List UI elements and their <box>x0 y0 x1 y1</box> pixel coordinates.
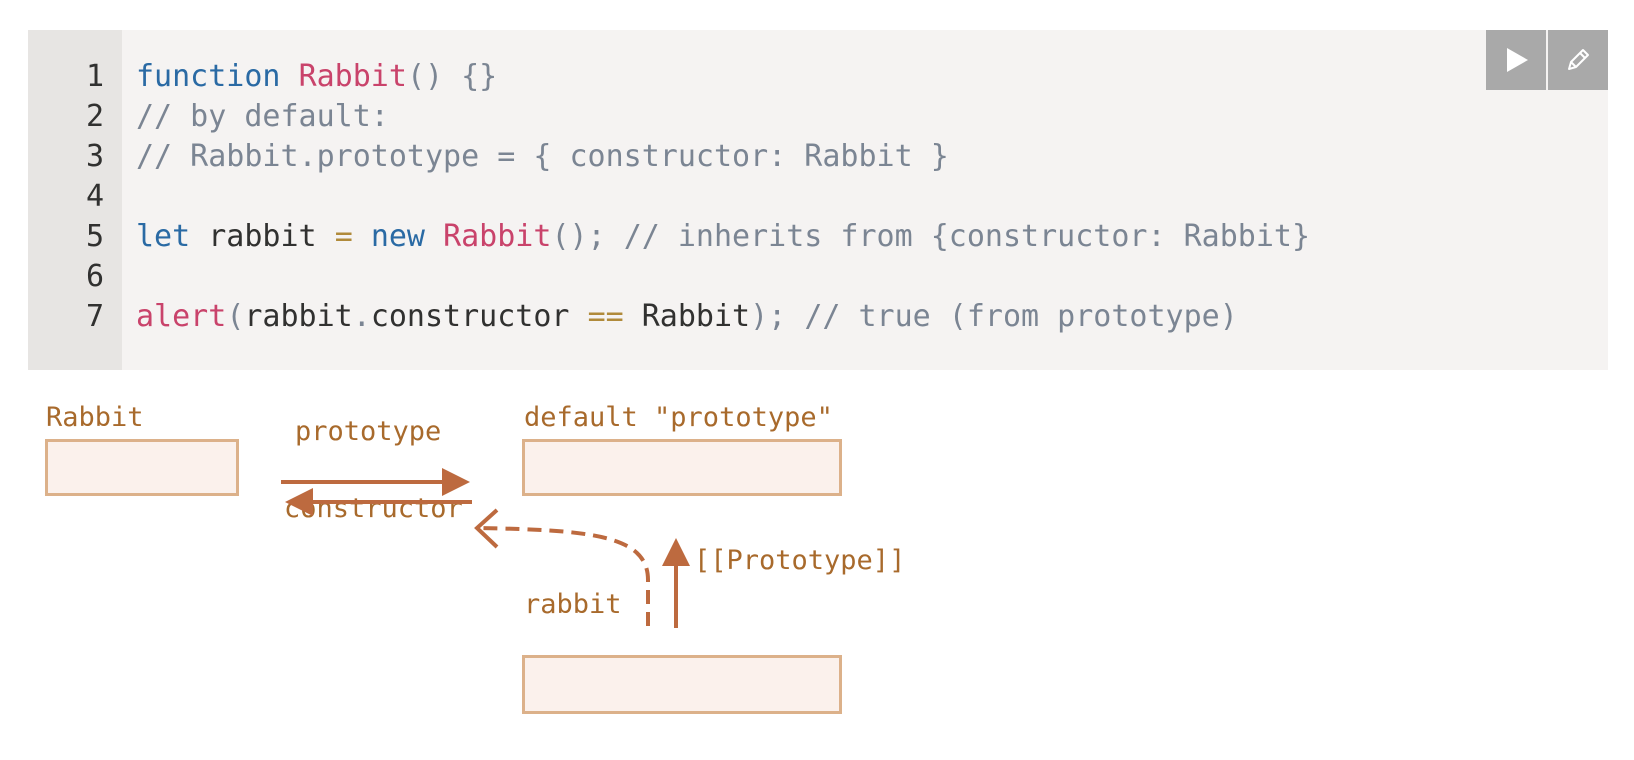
code-token: // true (from prototype) <box>804 299 1238 334</box>
line-number: 2 <box>85 99 104 134</box>
code-token: // by default: <box>136 99 389 134</box>
code-token: constructor <box>370 299 588 334</box>
code-line: 6 <box>28 257 1528 297</box>
line-number: 3 <box>85 139 104 174</box>
code-text: // by default: <box>136 97 389 137</box>
line-number: 5 <box>85 219 104 254</box>
code-line: 5 let rabbit = new Rabbit(); // inherits … <box>28 217 1528 257</box>
code-token: new <box>370 219 425 254</box>
line-number: 6 <box>85 259 104 294</box>
code-token: () {} <box>406 59 498 94</box>
code-token: Rabbit <box>623 299 751 334</box>
code-token: rabbit <box>244 299 353 334</box>
prototype-link-arrow <box>662 538 690 628</box>
code-token: let <box>136 219 191 254</box>
code-token: function <box>136 59 281 94</box>
code-block: 1 function Rabbit() {} 2// by default: 3// … <box>28 30 1608 370</box>
code-line: 2 // by default: <box>28 97 1528 137</box>
diagram-arrows <box>281 468 690 628</box>
code-token: rabbit <box>190 219 335 254</box>
code-token: = <box>334 219 353 254</box>
code-token: ); <box>750 299 787 334</box>
code-text: let rabbit = new Rabbit(); // inherits f… <box>136 217 1310 257</box>
code-text: // Rabbit.prototype = { constructor: Rab… <box>136 137 949 177</box>
line-number: 1 <box>85 59 104 94</box>
code-token: alert <box>136 299 227 334</box>
code-token: == <box>587 299 624 334</box>
code-token: // inherits from {constructor: Rabbit} <box>623 219 1311 254</box>
code-line: 4 <box>28 177 1528 217</box>
play-icon <box>1507 48 1528 72</box>
run-button[interactable] <box>1486 30 1546 90</box>
code-token: // Rabbit.prototype = { constructor: Rab… <box>136 139 949 174</box>
line-number: 7 <box>85 299 104 334</box>
code-line: 3 // Rabbit.prototype = { constructor: Ra… <box>28 137 1528 177</box>
line-number: 4 <box>85 179 104 214</box>
code-token: Rabbit <box>298 59 407 94</box>
prototype-diagram: Rabbit prototype default "prototype" con… <box>0 380 1634 760</box>
code-line: 7 alert(rabbit.constructor == Rabbit); //… <box>28 297 1528 337</box>
code-token: . <box>352 299 371 334</box>
code-text: alert(rabbit.constructor == Rabbit); // … <box>136 297 1238 337</box>
edit-button[interactable] <box>1548 30 1608 90</box>
code-token: ( <box>226 299 245 334</box>
inherited-constructor-link <box>474 508 650 626</box>
code-token: (); <box>551 219 606 254</box>
code-text: function Rabbit() {} <box>136 57 497 97</box>
code-line: 1 function Rabbit() {} <box>28 57 1528 97</box>
code-token: Rabbit <box>443 219 552 254</box>
pencil-icon <box>1568 49 1589 70</box>
